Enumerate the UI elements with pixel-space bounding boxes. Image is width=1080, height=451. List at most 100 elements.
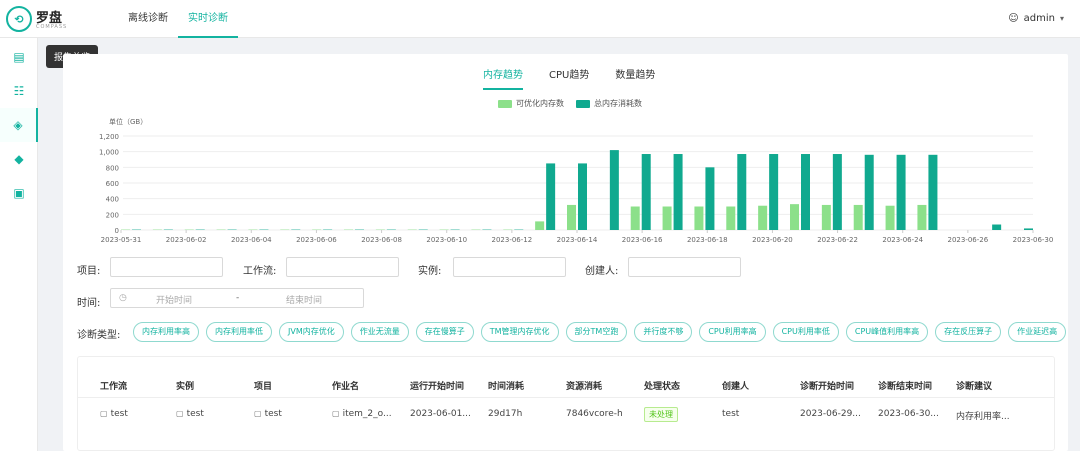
- chip-diag-type[interactable]: CPU利用率低: [772, 322, 839, 342]
- tab-count-trend[interactable]: 数量趋势: [615, 68, 655, 90]
- col-header[interactable]: 资源消耗: [566, 379, 602, 392]
- col-header[interactable]: 工作流: [100, 379, 127, 392]
- nav-realtime-diagnosis[interactable]: 实时诊断: [178, 0, 238, 38]
- nav-offline-diagnosis[interactable]: 离线诊断: [128, 0, 168, 38]
- col-header[interactable]: 运行开始时间: [410, 379, 464, 392]
- legend-swatch: [498, 99, 512, 108]
- bar-optimizable: [917, 204, 927, 230]
- bar-optimizable: [821, 204, 831, 230]
- col-header[interactable]: 诊断建议: [956, 379, 992, 392]
- start-time-input[interactable]: 开始时间: [156, 293, 192, 306]
- document-icon: ▢: [100, 409, 108, 418]
- chip-diag-type[interactable]: 作业无流量: [350, 322, 409, 342]
- chip-diag-type[interactable]: 作业延迟高: [1008, 322, 1067, 342]
- chip-diag-type[interactable]: 内存利用率高: [133, 322, 199, 342]
- bar-optimizable: [535, 221, 545, 230]
- document-icon: ▢: [332, 409, 340, 418]
- diag-type-label: 诊断类型:: [77, 330, 121, 341]
- workflow-label: 工作流:: [243, 266, 277, 277]
- y-tick-label: 800: [106, 164, 119, 172]
- chip-diag-type[interactable]: 内存利用率低: [206, 322, 272, 342]
- bar-total: [705, 167, 715, 230]
- x-tick-label: 2023-06-30: [1013, 236, 1054, 244]
- bar-optimizable: [726, 206, 736, 230]
- bar-optimizable: [567, 204, 576, 230]
- col-header[interactable]: 项目: [254, 379, 272, 392]
- x-tick-label: 2023-06-12: [492, 236, 533, 244]
- col-header[interactable]: 诊断开始时间: [800, 379, 854, 392]
- bar-total: [769, 154, 779, 230]
- y-tick-label: 1,000: [99, 149, 119, 157]
- legend-item-total[interactable]: 总内存消耗数: [576, 98, 642, 109]
- y-axis-label: 单位（GB）: [109, 117, 147, 126]
- tab-cpu-trend[interactable]: CPU趋势: [549, 68, 589, 90]
- col-header[interactable]: 诊断结束时间: [878, 379, 932, 392]
- col-header[interactable]: 处理状态: [644, 379, 680, 392]
- time-label: 时间:: [77, 298, 101, 309]
- y-tick-label: 0: [115, 227, 119, 235]
- document-icon: ▢: [254, 409, 262, 418]
- user-menu[interactable]: ☺ admin ▾: [1008, 0, 1064, 38]
- report-overview-icon[interactable]: ▤: [0, 40, 38, 74]
- clock-icon: ◷: [119, 293, 127, 303]
- chart-legend: 可优化内存数 总内存消耗数: [498, 98, 642, 109]
- cell-diag-end: 2023-06-30...: [878, 409, 939, 419]
- results-table: 工作流 实例 项目 作业名 运行开始时间 时间消耗 资源消耗 处理状态 创建人 …: [77, 356, 1055, 451]
- compass-logo-icon: ⟲: [6, 6, 32, 32]
- workflow-input[interactable]: [286, 257, 399, 277]
- x-tick-label: 2023-06-08: [361, 236, 402, 244]
- instance-label: 实例:: [418, 266, 442, 277]
- user-icon: ☺: [1008, 13, 1019, 24]
- bar-total: [896, 154, 906, 230]
- cell-instance[interactable]: ▢ test: [176, 409, 204, 419]
- chip-diag-type[interactable]: 并行度不够: [634, 322, 693, 342]
- y-tick-label: 1,200: [99, 133, 119, 141]
- col-header[interactable]: 作业名: [332, 379, 359, 392]
- cell-resource: 7846vcore-h: [566, 409, 623, 419]
- col-header[interactable]: 实例: [176, 379, 194, 392]
- chip-diag-type[interactable]: CPU峰值利用率高: [845, 322, 929, 342]
- chart-tabs: 内存趋势 CPU趋势 数量趋势: [483, 68, 655, 90]
- filter-settings-icon[interactable]: ☷: [0, 74, 38, 108]
- chip-diag-type[interactable]: 存在慢算子: [415, 322, 474, 342]
- tab-memory-trend[interactable]: 内存趋势: [483, 68, 523, 90]
- chip-diag-type[interactable]: JVM内存优化: [279, 322, 344, 342]
- chip-diag-type[interactable]: 存在反压算子: [935, 322, 1002, 342]
- cell-workflow[interactable]: ▢ test: [100, 409, 128, 419]
- bar-optimizable: [885, 205, 895, 230]
- legend-item-optimizable[interactable]: 可优化内存数: [498, 98, 564, 109]
- legend-label: 可优化内存数: [516, 99, 564, 108]
- x-tick-label: 2023-06-02: [166, 236, 207, 244]
- x-tick-label: 2023-06-10: [426, 236, 467, 244]
- diagnosis-icon[interactable]: ◈: [0, 108, 38, 142]
- col-header[interactable]: 创建人: [722, 379, 749, 392]
- cell-text: item_2_o...: [342, 409, 392, 419]
- end-time-input[interactable]: 结束时间: [286, 293, 322, 306]
- time-range-picker[interactable]: ◷ 开始时间 - 结束时间: [110, 288, 364, 308]
- main-card: 内存趋势 CPU趋势 数量趋势 可优化内存数 总内存消耗数 单位（GB） 1,20…: [63, 54, 1068, 451]
- cell-start: 2023-06-01...: [410, 409, 471, 419]
- cell-advice[interactable]: 内存利用率...: [956, 409, 1010, 422]
- cell-text: test: [186, 409, 204, 419]
- document-icon: ▢: [176, 409, 184, 418]
- bar-optimizable: [853, 204, 863, 230]
- bar-optimizable: [758, 205, 768, 230]
- col-header[interactable]: 时间消耗: [488, 379, 524, 392]
- cube-icon[interactable]: ◆: [0, 142, 38, 176]
- chip-diag-type[interactable]: CPU利用率高: [699, 322, 766, 342]
- creator-input[interactable]: [628, 257, 741, 277]
- x-tick-label: 2023-06-18: [687, 236, 728, 244]
- cell-diag-start: 2023-06-29...: [800, 409, 861, 419]
- x-tick-label: 2023-06-20: [752, 236, 793, 244]
- calendar-icon[interactable]: ▣: [0, 176, 38, 210]
- project-label: 项目:: [77, 266, 101, 277]
- chip-diag-type[interactable]: 部分TM空跑: [565, 322, 628, 342]
- project-input[interactable]: [110, 257, 223, 277]
- instance-input[interactable]: [453, 257, 566, 277]
- cell-job[interactable]: ▢ item_2_o...: [332, 409, 392, 419]
- chevron-down-icon: ▾: [1059, 14, 1064, 23]
- brand-sub: COMPASS: [36, 24, 68, 30]
- chip-diag-type[interactable]: TM管理内存优化: [480, 322, 559, 342]
- cell-project[interactable]: ▢ test: [254, 409, 282, 419]
- x-tick-label: 2023-06-06: [296, 236, 337, 244]
